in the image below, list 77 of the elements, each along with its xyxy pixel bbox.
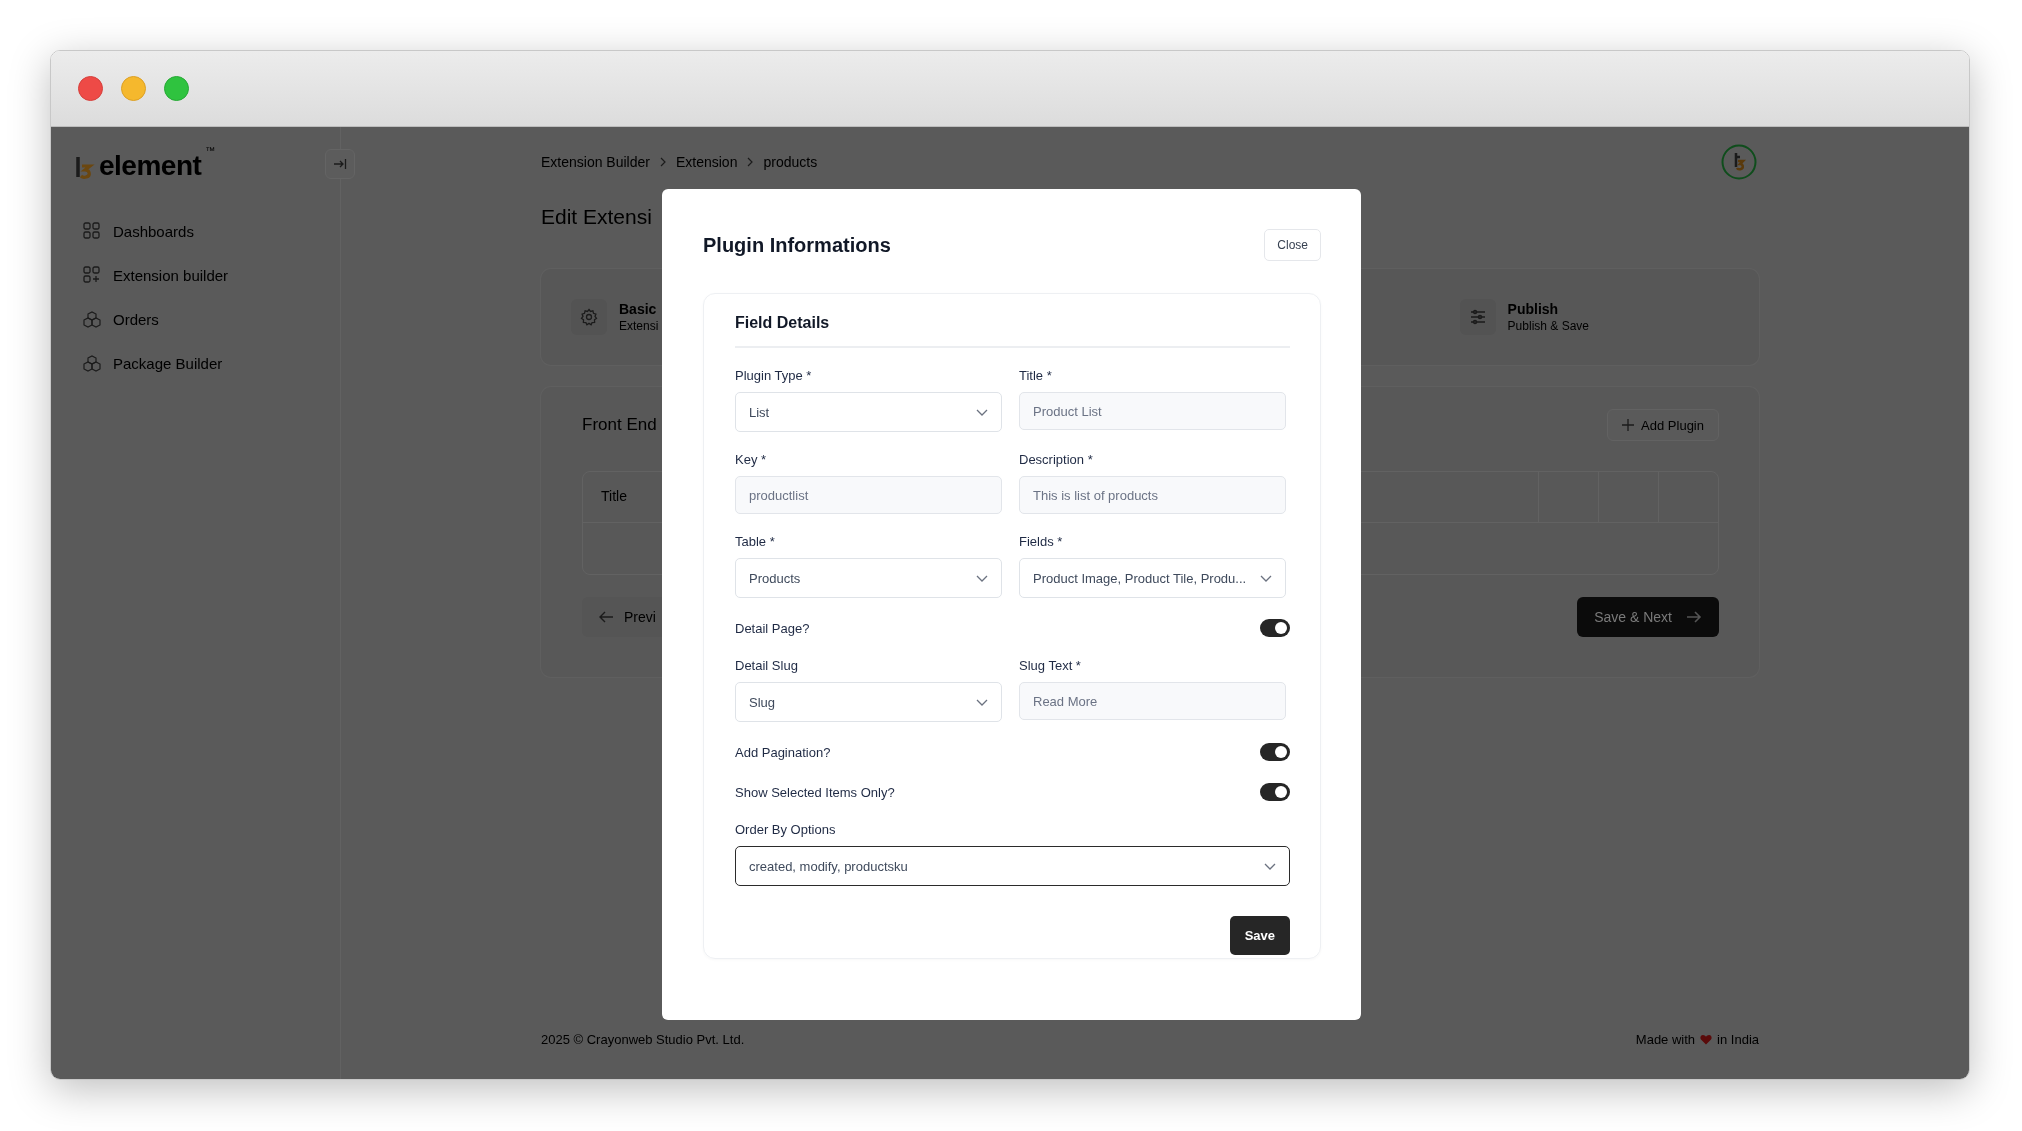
page-title: Edit Extensi	[541, 205, 652, 230]
plus-icon	[1622, 419, 1635, 431]
step-subtitle: Extensi	[619, 319, 659, 333]
toggle-switch[interactable]	[1260, 743, 1290, 761]
section-title: Front End	[582, 415, 657, 435]
gear-icon	[580, 308, 598, 326]
location-text: in India	[1717, 1031, 1759, 1047]
chevron-down-icon	[1264, 862, 1276, 870]
dropdown-field[interactable]: created, modify, productsku	[735, 846, 1290, 886]
breadcrumb-link[interactable]: products	[763, 154, 818, 170]
sidebar-item-label: Orders	[113, 310, 159, 328]
grid-plus-icon	[83, 266, 101, 284]
text-input-field[interactable]: Read More	[1019, 682, 1286, 720]
breadcrumb-link[interactable]: Extension	[675, 154, 738, 170]
chevron-right-icon	[746, 157, 755, 167]
add-plugin-button[interactable]: Add Plugin	[1607, 409, 1719, 441]
text-input-field[interactable]: This is list of products	[1019, 476, 1286, 514]
modal-title: Plugin Informations	[703, 233, 891, 257]
toggle-switch[interactable]	[1260, 783, 1290, 801]
sidebar-item[interactable]: Orders	[75, 297, 340, 341]
text-input-field[interactable]: productlist	[735, 476, 1002, 514]
arrow-left-icon	[598, 610, 614, 624]
boxes-icon	[83, 310, 101, 328]
field-label: Fields *	[1019, 534, 1064, 549]
toggle-switch[interactable]	[1260, 619, 1290, 637]
dropdown-field[interactable]: Product Image, Product Tile, Produ...	[1019, 558, 1286, 598]
grid-icon	[83, 222, 101, 240]
arrow-to-line-icon	[333, 157, 347, 171]
arrow-right-icon	[1686, 610, 1702, 624]
dropdown-field[interactable]: List	[735, 392, 1002, 432]
sidebar-item-label: Package Builder	[113, 354, 223, 372]
chevron-right-icon	[658, 157, 667, 167]
collapse-sidebar-button[interactable]	[325, 149, 355, 179]
dropdown-field[interactable]: Slug	[735, 682, 1002, 722]
step-title: Publish	[1507, 301, 1560, 317]
heart-icon	[1700, 1033, 1713, 1045]
field-label: Order By Options	[735, 822, 837, 837]
step-subtitle: Publish & Save	[1507, 319, 1589, 333]
sliders-icon	[1468, 308, 1487, 326]
field-label: Detail Page?	[735, 620, 810, 636]
text-input-field[interactable]: Product List	[1019, 392, 1286, 430]
copyright-text: 2025 © Crayonweb Studio Pvt. Ltd.	[541, 1031, 745, 1047]
trademark-mark: ™	[205, 145, 216, 156]
close-button[interactable]: Close	[1264, 229, 1321, 261]
maximize-window-button[interactable]	[164, 76, 189, 101]
sidebar-item-label: Extension builder	[113, 266, 229, 284]
field-label: Plugin Type *	[735, 368, 813, 383]
minimize-window-button[interactable]	[121, 76, 146, 101]
dropdown-field[interactable]: Products	[735, 558, 1002, 598]
save-button[interactable]: Save	[1229, 916, 1290, 955]
save-and-next-button[interactable]: Save & Next	[1577, 597, 1719, 637]
sidebar-item[interactable]: Package Builder	[75, 341, 340, 385]
breadcrumb-link[interactable]: Extension Builder	[541, 154, 650, 170]
field-label: Slug Text *	[1019, 658, 1082, 673]
chevron-down-icon	[1260, 574, 1272, 582]
boxes-icon	[83, 354, 101, 372]
logo-text: element	[99, 151, 202, 181]
field-label: Title *	[1019, 368, 1053, 383]
card-title: Field Details	[735, 314, 1290, 348]
close-window-button[interactable]	[78, 76, 103, 101]
sidebar-item-label: Dashboards	[113, 222, 194, 240]
field-label: Description *	[1019, 452, 1094, 467]
field-label: Add Pagination?	[735, 744, 831, 760]
column-header: Title	[600, 487, 628, 506]
field-label: Table *	[735, 534, 776, 549]
chevron-down-icon	[976, 408, 988, 416]
chevron-down-icon	[976, 574, 988, 582]
sidebar-item[interactable]: Extension builder	[75, 253, 340, 297]
field-label: Show Selected Items Only?	[735, 784, 895, 800]
logo-mark-icon	[75, 155, 95, 181]
chevron-down-icon	[976, 698, 988, 706]
step-title: Basic	[619, 301, 658, 317]
field-label: Detail Slug	[735, 658, 799, 673]
made-with-text: Made with	[1635, 1031, 1696, 1047]
field-label: Key *	[735, 452, 768, 467]
logo-avatar-icon[interactable]	[1721, 144, 1757, 180]
sidebar-item[interactable]: Dashboards	[75, 209, 340, 253]
